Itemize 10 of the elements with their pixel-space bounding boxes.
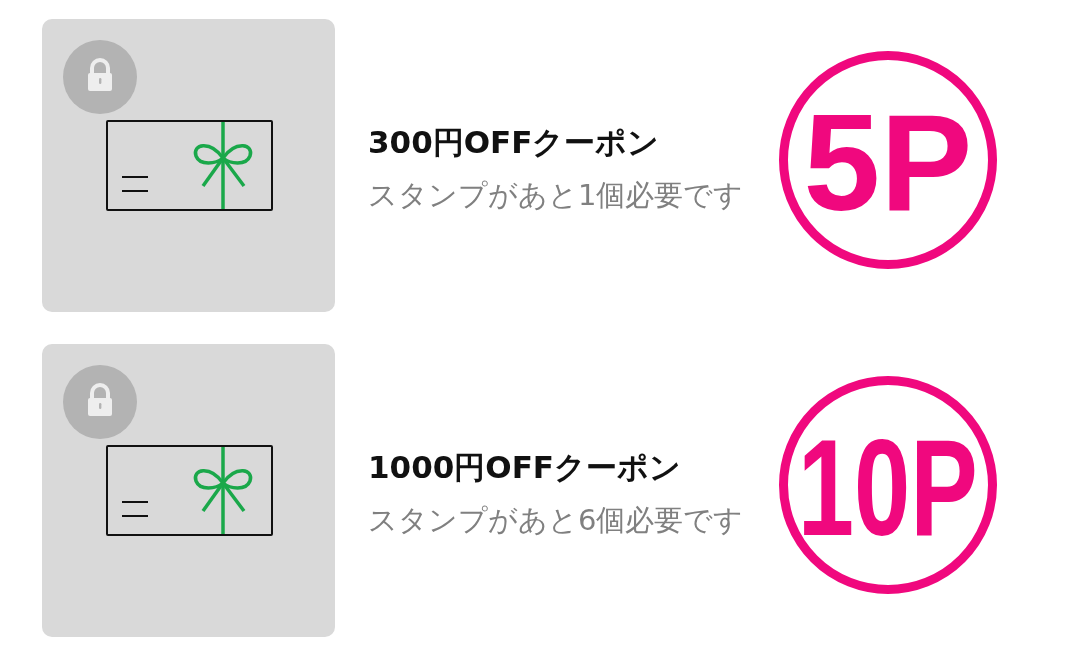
points-value: 5P	[803, 93, 973, 231]
coupon-title: 300円OFFクーポン	[368, 122, 660, 162]
stamps-needed-text: スタンプがあと6個必要です	[368, 501, 744, 539]
lock-icon	[63, 40, 137, 114]
stamps-needed-text: スタンプがあと1個必要です	[368, 176, 744, 214]
points-value: 10P	[797, 418, 979, 556]
gift-card-icon	[106, 445, 273, 536]
lock-icon	[63, 365, 137, 439]
coupon-title: 1000円OFFクーポン	[368, 447, 681, 487]
gift-card-icon	[106, 120, 273, 211]
